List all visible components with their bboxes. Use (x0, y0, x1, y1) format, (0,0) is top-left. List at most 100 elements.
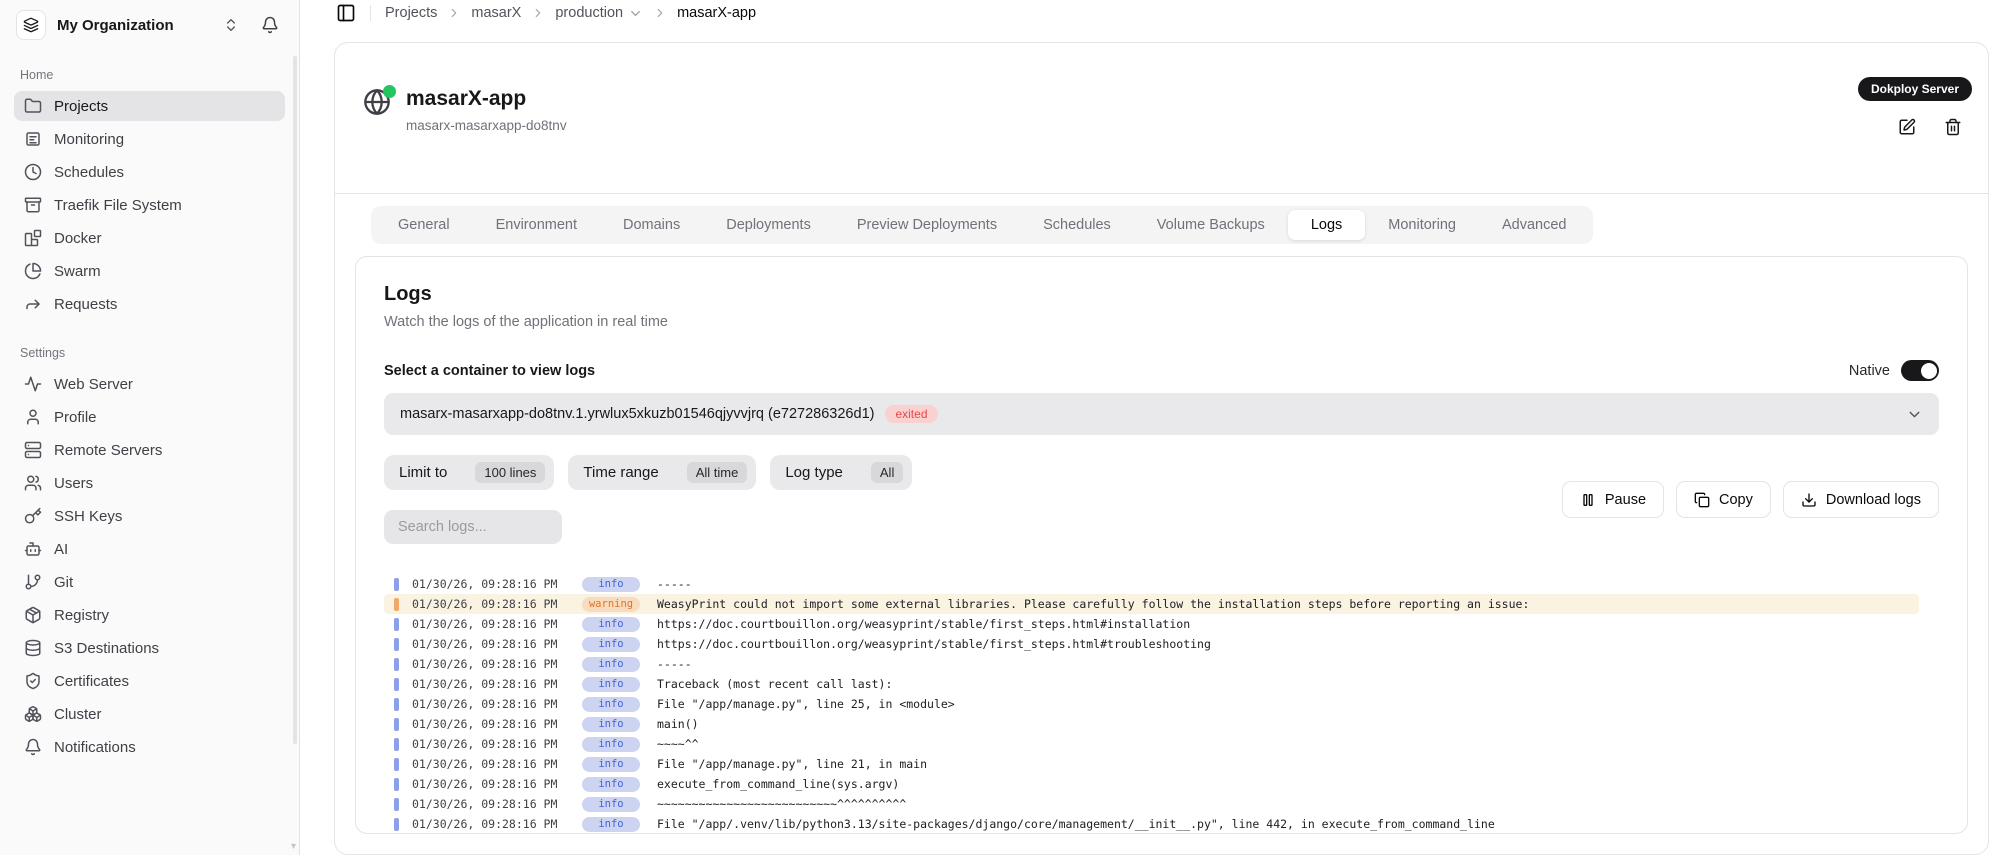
log-row: 01/30/26, 09:28:16 PM info https://doc.c… (384, 614, 1919, 634)
log-level-bar (394, 798, 399, 811)
organization-name: My Organization (57, 17, 174, 34)
bell-icon[interactable] (261, 16, 279, 34)
search-logs-input[interactable] (384, 510, 562, 544)
bell-icon (24, 738, 42, 756)
chevron-down-icon (628, 6, 643, 21)
container-select[interactable]: masarx-masarxapp-do8tnv.1.yrwlux5xkuzb01… (384, 393, 1939, 435)
tab-environment[interactable]: Environment (473, 210, 600, 240)
log-timestamp: 01/30/26, 09:28:16 PM (412, 657, 582, 671)
sidebar-section-label: Home (0, 44, 299, 88)
tab-deployments[interactable]: Deployments (703, 210, 834, 240)
log-message: main() (657, 717, 699, 731)
status-dot (383, 85, 396, 98)
download-logs-button[interactable]: Download logs (1783, 481, 1939, 518)
sidebar-item-git[interactable]: Git (14, 567, 285, 597)
log-message: https://doc.courtbouillon.org/weasyprint… (657, 637, 1211, 651)
log-level-badge: info (582, 777, 640, 792)
log-level-badge: warning (582, 597, 640, 612)
log-row: 01/30/26, 09:28:16 PM info ~~~~~~~~~~~~~… (384, 794, 1919, 814)
tab-advanced[interactable]: Advanced (1479, 210, 1590, 240)
log-level-badge: info (582, 817, 640, 832)
log-timestamp: 01/30/26, 09:28:16 PM (412, 697, 582, 711)
native-toggle[interactable] (1901, 360, 1939, 381)
app-root: My Organization Home Projects Monitoring… (0, 0, 2013, 855)
log-message: https://doc.courtbouillon.org/weasyprint… (657, 617, 1190, 631)
tab-schedules[interactable]: Schedules (1020, 210, 1134, 240)
sidebar-item-remote-servers[interactable]: Remote Servers (14, 435, 285, 465)
pause-button[interactable]: Pause (1562, 481, 1664, 518)
tab-logs[interactable]: Logs (1288, 210, 1365, 240)
logs-panel: Logs Watch the logs of the application i… (355, 256, 1968, 834)
log-row: 01/30/26, 09:28:16 PM info https://doc.c… (384, 634, 1919, 654)
tabs-row: General Environment Domains Deployments … (335, 194, 1988, 244)
sidebar-scroll-down-arrow[interactable]: ▾ (291, 841, 296, 852)
filter-time-range[interactable]: Time range All time (568, 455, 756, 490)
log-level-badge: info (582, 677, 640, 692)
log-level-badge: info (582, 617, 640, 632)
sidebar-item-registry[interactable]: Registry (14, 600, 285, 630)
tab-domains[interactable]: Domains (600, 210, 703, 240)
log-level-badge: info (582, 737, 640, 752)
sidebar-item-certificates[interactable]: Certificates (14, 666, 285, 696)
delete-icon[interactable] (1944, 118, 1962, 136)
sidebar-item-docker[interactable]: Docker (14, 223, 285, 253)
folder-icon (24, 97, 42, 115)
log-row: 01/30/26, 09:28:16 PM info Traceback (mo… (384, 674, 1919, 694)
edit-icon[interactable] (1898, 118, 1916, 136)
tab-monitoring[interactable]: Monitoring (1365, 210, 1479, 240)
tab-preview-deployments[interactable]: Preview Deployments (834, 210, 1020, 240)
log-message: ----- (657, 577, 692, 591)
log-level-bar (394, 778, 399, 791)
forward-icon (24, 295, 42, 313)
sidebar-item-projects[interactable]: Projects (14, 91, 285, 121)
container-status-badge: exited (885, 405, 937, 423)
sidebar-item-users[interactable]: Users (14, 468, 285, 498)
breadcrumb-projects[interactable]: Projects (385, 5, 437, 21)
log-timestamp: 01/30/26, 09:28:16 PM (412, 777, 582, 791)
organization-logo[interactable] (16, 10, 46, 40)
toggle-knob (1921, 363, 1937, 379)
breadcrumb-masarx[interactable]: masarX (471, 5, 521, 21)
log-level-bar (394, 818, 399, 831)
boxes-icon (24, 705, 42, 723)
log-timestamp: 01/30/26, 09:28:16 PM (412, 597, 582, 611)
tabs-list: General Environment Domains Deployments … (371, 206, 1593, 244)
log-level-bar (394, 698, 399, 711)
tab-general[interactable]: General (375, 210, 473, 240)
main-area: Projects masarX production masarX-app (300, 0, 2013, 855)
sidebar-item-s3-destinations[interactable]: S3 Destinations (14, 633, 285, 663)
filter-limit-to[interactable]: Limit to 100 lines (384, 455, 554, 490)
sidebar-item-cluster[interactable]: Cluster (14, 699, 285, 729)
sidebar-item-schedules[interactable]: Schedules (14, 157, 285, 187)
sidebar-item-web-server[interactable]: Web Server (14, 369, 285, 399)
chevrons-up-down-icon[interactable] (223, 17, 239, 33)
breadcrumb-production[interactable]: production (555, 5, 643, 21)
sidebar-item-notifications[interactable]: Notifications (14, 732, 285, 762)
log-level-bar (394, 658, 399, 671)
chevron-down-icon (1906, 406, 1923, 423)
log-message: execute_from_command_line(sys.argv) (657, 777, 899, 791)
monitoring-icon (24, 130, 42, 148)
blocks-icon (24, 229, 42, 247)
sidebar-toggle-icon[interactable] (336, 3, 356, 23)
sidebar-item-traefik-file-system[interactable]: Traefik File System (14, 190, 285, 220)
log-timestamp: 01/30/26, 09:28:16 PM (412, 797, 582, 811)
filter-log-type[interactable]: Log type All (770, 455, 912, 490)
topbar-separator (370, 5, 371, 21)
sidebar-item-monitoring[interactable]: Monitoring (14, 124, 285, 154)
log-timestamp: 01/30/26, 09:28:16 PM (412, 637, 582, 651)
layers-icon (23, 17, 39, 33)
log-timestamp: 01/30/26, 09:28:16 PM (412, 737, 582, 751)
copy-button[interactable]: Copy (1676, 481, 1771, 518)
sidebar-item-swarm[interactable]: Swarm (14, 256, 285, 286)
sidebar-item-requests[interactable]: Requests (14, 289, 285, 319)
log-level-badge: info (582, 717, 640, 732)
sidebar-item-ai[interactable]: AI (14, 534, 285, 564)
breadcrumb-masarx-app[interactable]: masarX-app (677, 5, 756, 21)
sidebar-item-profile[interactable]: Profile (14, 402, 285, 432)
pie-chart-icon (24, 262, 42, 280)
sidebar-scrollbar[interactable] (293, 56, 297, 744)
tab-volume-backups[interactable]: Volume Backups (1134, 210, 1288, 240)
sidebar-item-ssh-keys[interactable]: SSH Keys (14, 501, 285, 531)
bot-icon (24, 540, 42, 558)
